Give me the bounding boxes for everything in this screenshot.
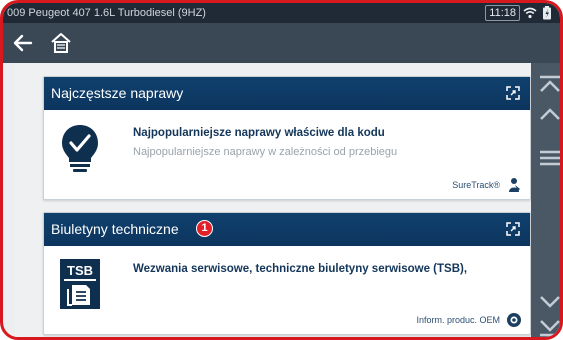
card-technical-bulletins[interactable]: Biuletyny techniczne 1 TSB Wezwania serw… bbox=[43, 212, 531, 335]
card-footer: Inform. produc. OEM bbox=[416, 312, 522, 328]
oem-info-icon bbox=[507, 313, 521, 327]
back-arrow-icon[interactable] bbox=[11, 31, 35, 55]
card-header-title: Biuletyny techniczne bbox=[51, 221, 179, 237]
chevron-up-icon[interactable] bbox=[539, 103, 561, 125]
clock: 11:18 bbox=[485, 5, 520, 21]
vehicle-title: 009 Peugeot 407 1.6L Turbodiesel (9HZ) bbox=[7, 7, 206, 19]
wifi-icon bbox=[523, 7, 537, 19]
card-header: Biuletyny techniczne 1 bbox=[44, 213, 530, 246]
menu-icon[interactable] bbox=[539, 147, 561, 169]
double-chevron-up-icon[interactable] bbox=[539, 75, 561, 97]
card-footer: SureTrack® bbox=[452, 177, 522, 193]
right-scroll-rail bbox=[531, 63, 561, 337]
chevron-down-icon[interactable] bbox=[539, 291, 561, 313]
expand-icon[interactable] bbox=[506, 86, 520, 100]
oem-info-label: Inform. produc. OEM bbox=[416, 315, 500, 325]
card-common-repairs[interactable]: Najczęstsze naprawy Najpopularniejsze na… bbox=[43, 76, 531, 200]
tsb-icon-label: TSB bbox=[67, 263, 93, 278]
notification-badge: 1 bbox=[196, 220, 213, 237]
status-icons: 11:18 bbox=[485, 5, 554, 21]
device-frame: 009 Peugeot 407 1.6L Turbodiesel (9HZ) 1… bbox=[0, 0, 563, 340]
card-header: Najczęstsze naprawy bbox=[44, 77, 530, 110]
expand-icon[interactable] bbox=[506, 222, 520, 236]
home-icon[interactable] bbox=[49, 31, 73, 55]
toolbar bbox=[3, 23, 560, 63]
suretrack-icon bbox=[509, 178, 520, 192]
card-title: Wezwania serwisowe, techniczne biuletyny… bbox=[133, 263, 468, 275]
tsb-document-icon: TSB bbox=[60, 259, 100, 309]
suretrack-label: SureTrack® bbox=[452, 180, 500, 190]
battery-icon bbox=[543, 6, 551, 20]
double-chevron-down-icon[interactable] bbox=[539, 315, 561, 337]
card-title: Najpopularniejsze naprawy właściwe dla k… bbox=[133, 127, 385, 139]
content-area: Najczęstsze naprawy Najpopularniejsze na… bbox=[15, 63, 531, 337]
card-subtitle: Najpopularniejsze naprawy w zależności o… bbox=[133, 146, 398, 158]
lightbulb-check-icon bbox=[62, 125, 98, 172]
card-header-title: Najczęstsze naprawy bbox=[51, 85, 184, 101]
status-bar: 009 Peugeot 407 1.6L Turbodiesel (9HZ) 1… bbox=[3, 3, 560, 23]
